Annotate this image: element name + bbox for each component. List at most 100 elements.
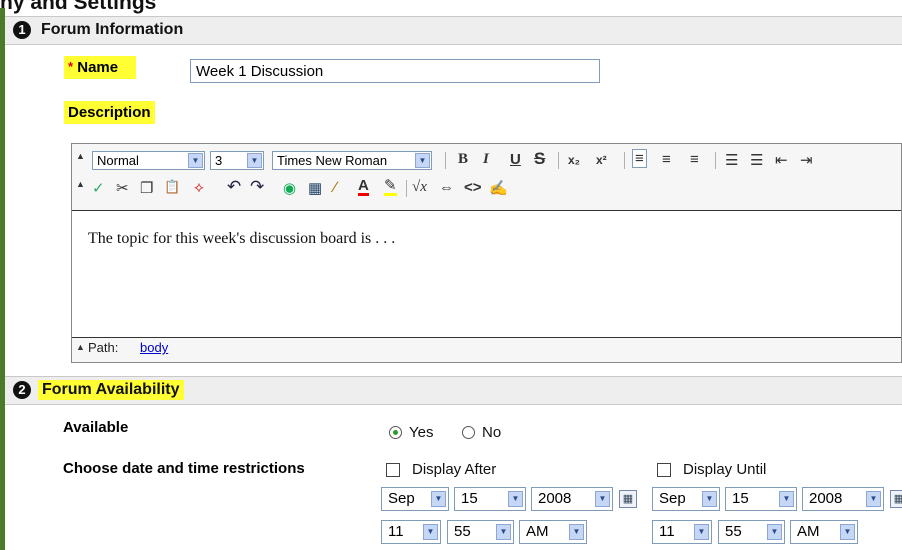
section-forum-information: 1 Forum Information	[5, 16, 902, 45]
display-after-calendar-icon[interactable]: ▦	[619, 490, 637, 508]
numbered-list-icon[interactable]: ☰	[725, 151, 738, 169]
section-forum-availability: 2 Forum Availability	[5, 376, 902, 405]
spellcheck-icon[interactable]: ✓	[92, 179, 105, 197]
page-header-fragment: ny and Settings	[0, 0, 157, 14]
line-icon[interactable]: ∕	[334, 179, 337, 196]
available-no-label: No	[482, 424, 502, 441]
available-yes-label: Yes	[409, 424, 434, 441]
required-marker: *	[68, 59, 74, 74]
highlight-icon[interactable]: ✎	[384, 178, 397, 196]
table-icon[interactable]: ▦	[308, 179, 322, 197]
align-right-icon[interactable]: ≡	[690, 151, 699, 168]
display-after-checkbox[interactable]	[386, 463, 400, 477]
preview-icon[interactable]: ✍	[489, 179, 508, 197]
display-after-day-select[interactable]: 15 ▼	[454, 487, 526, 511]
display-until-ampm-select[interactable]: AM ▼	[790, 520, 858, 544]
font-size-select[interactable]: 3 ▼	[210, 151, 264, 170]
font-family-select-value: Times New Roman	[277, 153, 388, 168]
editor-toolbar-row-2: ▲ ✓ ✂ ❐ 📋 ⟡ ↶ ↷ ◉ ▦ ∕ A ✎ √x ⇔ <> ✍	[72, 175, 902, 203]
bold-icon[interactable]: B	[458, 151, 468, 168]
toolbar-separator	[558, 152, 559, 169]
chevron-down-icon: ▼	[702, 491, 717, 507]
chevron-down-icon: ▼	[779, 491, 794, 507]
section-title: Forum Availability	[38, 380, 184, 400]
available-no-radio[interactable]	[462, 426, 475, 439]
chevron-down-icon: ▼	[840, 524, 855, 540]
italic-icon[interactable]: I	[483, 151, 489, 168]
undo-icon[interactable]: ↶	[227, 177, 241, 197]
strikethrough-icon[interactable]: S	[534, 149, 545, 169]
display-after-month-select[interactable]: Sep ▼	[381, 487, 449, 511]
underline-icon[interactable]: U	[510, 151, 521, 168]
chevron-down-icon: ▼	[569, 524, 584, 540]
display-until-checkbox[interactable]	[657, 463, 671, 477]
align-center-icon[interactable]: ≡	[662, 151, 671, 168]
display-after-minute-select[interactable]: 55 ▼	[447, 520, 514, 544]
editor-path-bar: ▲ Path: body	[72, 338, 901, 358]
chevron-down-icon: ▼	[694, 524, 709, 540]
image-icon[interactable]: ◉	[283, 179, 296, 197]
collapse-toolbar-icon[interactable]: ▲	[76, 179, 85, 189]
toolbar-separator	[406, 180, 407, 197]
display-until-year-select[interactable]: 2008 ▼	[802, 487, 884, 511]
align-left-icon[interactable]: ≡	[632, 149, 647, 168]
rich-text-editor: ▲ Normal ▼ 3 ▼ Times New Roman ▼ B I U S x₂…	[71, 143, 902, 363]
select-value: AM	[526, 523, 549, 540]
name-label-text: Name	[77, 59, 119, 76]
collapse-toolbar-icon[interactable]: ▲	[76, 151, 85, 161]
select-value: Sep	[659, 490, 686, 507]
description-label: Description	[64, 101, 155, 124]
collapse-path-icon[interactable]: ▲	[76, 342, 85, 352]
html-icon[interactable]: <>	[464, 179, 482, 196]
path-label: Path:	[88, 340, 119, 355]
display-until-month-select[interactable]: Sep ▼	[652, 487, 720, 511]
math-icon[interactable]: √x	[412, 179, 427, 196]
outdent-icon[interactable]: ⇤	[775, 151, 788, 169]
display-until-hour-select[interactable]: 11 ▼	[652, 520, 712, 544]
display-after-ampm-select[interactable]: AM ▼	[519, 520, 587, 544]
editor-content-area[interactable]: The topic for this week's discussion boa…	[72, 210, 901, 338]
paste-icon[interactable]: 📋	[164, 179, 180, 195]
display-after-label: Display After	[412, 461, 497, 478]
chevron-down-icon: ▼	[431, 491, 446, 507]
toolbar-separator	[624, 152, 625, 169]
chevron-down-icon: ▼	[767, 524, 782, 540]
display-after-hour-select[interactable]: 11 ▼	[381, 520, 441, 544]
bullet-list-icon[interactable]: ☰	[750, 151, 763, 169]
superscript-icon[interactable]: x²	[596, 153, 607, 167]
step-number-2: 2	[13, 381, 31, 399]
editor-content: The topic for this week's discussion boa…	[88, 230, 396, 247]
select-value: Sep	[388, 490, 415, 507]
forum-settings-page: ny and Settings 1 Forum Information * Na…	[0, 0, 902, 550]
link-icon[interactable]: ⟡	[194, 179, 204, 196]
display-after-year-select[interactable]: 2008 ▼	[531, 487, 613, 511]
text-color-icon[interactable]: A	[358, 178, 369, 196]
chevron-down-icon: ▼	[247, 153, 262, 168]
copy-icon[interactable]: ❐	[140, 179, 153, 197]
select-value: 55	[454, 523, 471, 540]
embed-icon[interactable]: ⇔	[439, 179, 454, 196]
available-yes-radio[interactable]	[389, 426, 402, 439]
subscript-icon[interactable]: x₂	[568, 153, 580, 167]
name-field[interactable]	[190, 59, 600, 83]
select-value: 2008	[809, 490, 843, 507]
chevron-down-icon: ▼	[415, 153, 430, 168]
date-restrictions-label: Choose date and time restrictions	[63, 460, 305, 477]
font-family-select[interactable]: Times New Roman ▼	[272, 151, 432, 170]
path-link-body[interactable]: body	[140, 340, 168, 355]
indent-icon[interactable]: ⇥	[800, 151, 813, 169]
chevron-down-icon: ▼	[866, 491, 881, 507]
toolbar-separator	[715, 152, 716, 169]
chevron-down-icon: ▼	[423, 524, 438, 540]
display-until-calendar-icon[interactable]: ▦	[890, 490, 902, 508]
display-until-day-select[interactable]: 15 ▼	[725, 487, 797, 511]
display-until-minute-select[interactable]: 55 ▼	[718, 520, 785, 544]
format-select[interactable]: Normal ▼	[92, 151, 205, 170]
cut-icon[interactable]: ✂	[116, 179, 129, 197]
select-value: 15	[461, 490, 478, 507]
editor-toolbar-row-1: ▲ Normal ▼ 3 ▼ Times New Roman ▼ B I U S x₂…	[72, 147, 902, 175]
toolbar-separator	[445, 152, 446, 169]
select-value: 11	[388, 523, 404, 540]
redo-icon[interactable]: ↷	[250, 177, 264, 197]
chevron-down-icon: ▼	[508, 491, 523, 507]
